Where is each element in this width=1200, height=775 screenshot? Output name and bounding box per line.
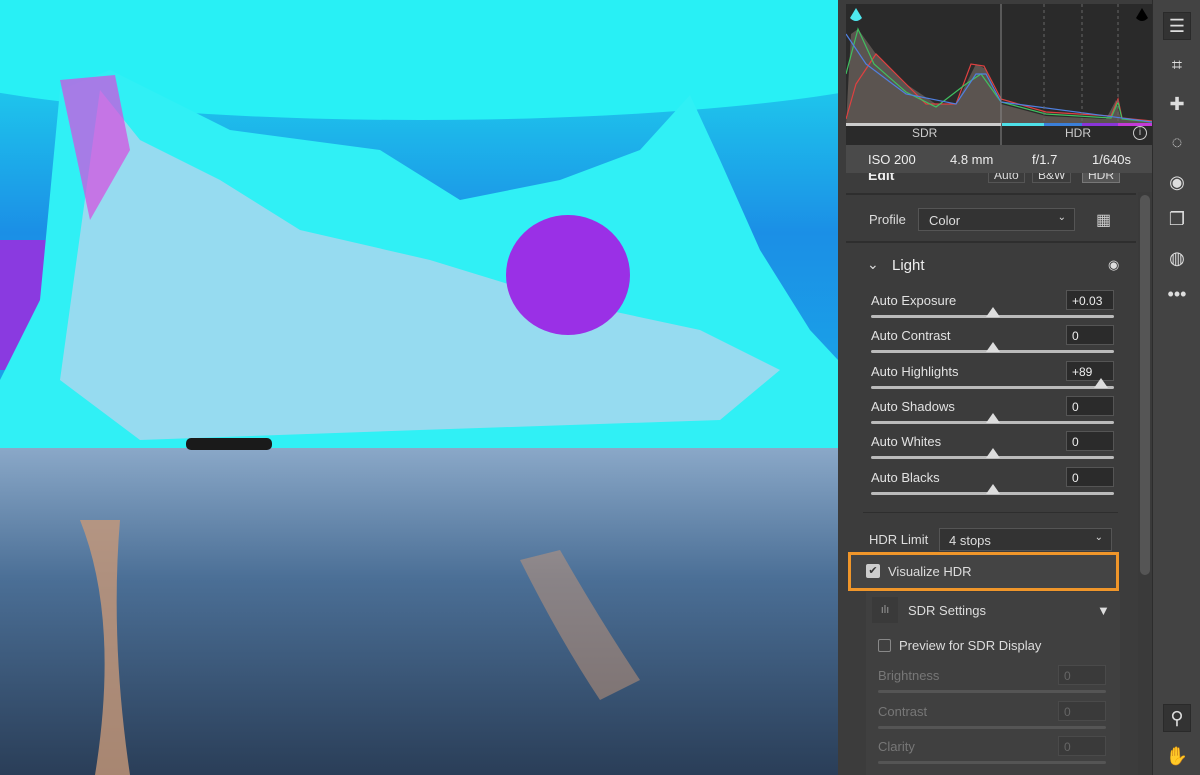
slider-value-input[interactable]: 0 [1066, 395, 1114, 416]
slider-label: Auto Whites [871, 434, 942, 450]
slider-label: Auto Blacks [871, 469, 940, 485]
visualize-hdr-label[interactable]: Visualize HDR [888, 564, 972, 579]
crop-icon[interactable]: ⌗ [1163, 51, 1191, 79]
bw-button[interactable]: B&W [1032, 173, 1072, 183]
eye-icon[interactable]: ◉ [1108, 257, 1119, 273]
profile-browser-icon[interactable]: ▦ [1096, 210, 1111, 230]
hdr-label: HDR [1065, 126, 1091, 140]
slider-label: Auto Shadows [871, 398, 955, 414]
mask-icon[interactable]: ◌ [1163, 128, 1191, 156]
profile-value: Color [929, 213, 961, 228]
hdr-button[interactable]: HDR [1082, 173, 1120, 183]
hdr-limit-select[interactable]: 4 stops ⌄ [939, 528, 1112, 551]
histogram: SDR HDR i [845, 4, 1153, 145]
photo-image [0, 0, 838, 775]
hand-icon[interactable]: ✋ [1163, 742, 1191, 770]
slider-track [878, 690, 1106, 693]
preview-sdr-checkbox[interactable] [878, 639, 891, 652]
sdr-histogram-icon: ılı [872, 597, 898, 623]
slider-thumb[interactable] [985, 483, 1000, 494]
histogram-area [846, 29, 1152, 124]
slider-value-input[interactable]: 0 [1066, 466, 1114, 487]
slider-value-input: 0 [1058, 665, 1106, 685]
slider-thumb[interactable] [985, 448, 1000, 459]
hdr-limit-value: 4 stops [949, 533, 991, 548]
iso: ISO 200 [868, 152, 916, 167]
presets-icon[interactable]: ◍ [1163, 244, 1191, 272]
slider-value-input: 0 [1058, 700, 1106, 721]
light-title[interactable]: Light [892, 257, 925, 274]
sdr-label: SDR [912, 126, 938, 140]
slider-track [878, 761, 1106, 764]
edit-icon[interactable]: ☰ [1163, 12, 1191, 40]
preview-sdr-label[interactable]: Preview for SDR Display [899, 638, 1041, 653]
shadow-clipping-icon[interactable] [850, 8, 862, 21]
profile-select[interactable]: Color ⌄ [918, 208, 1075, 231]
slider-thumb[interactable] [985, 342, 1000, 353]
slider-label: Auto Contrast [871, 328, 951, 344]
hdr-limit-label: HDR Limit [869, 532, 929, 547]
healing-icon[interactable]: ✚ [1163, 90, 1191, 118]
slider-thumb[interactable] [1093, 377, 1108, 388]
sdr-settings-title: SDR Settings [908, 603, 987, 618]
tool-strip: ☰ ⌗ ✚ ◌ ◉ ❐ ◍ ••• ⚲ ✋ [1152, 0, 1200, 775]
chevron-down-icon: ⌄ [1057, 212, 1066, 223]
edit-title: Edit [868, 173, 895, 183]
zoom-icon[interactable]: ⚲ [1163, 704, 1191, 732]
slider-label: Clarity [878, 739, 915, 754]
slider-value-input: 0 [1058, 736, 1106, 756]
collapse-chevron-icon[interactable]: ⌄ [867, 256, 879, 273]
slider-value-input[interactable]: 0 [1066, 325, 1114, 346]
slider-track [878, 725, 1106, 729]
shutter-speed: 1/640s [1092, 152, 1132, 167]
slider-thumb[interactable] [985, 307, 1000, 317]
auto-button[interactable]: Auto [988, 173, 1025, 183]
slider-value-input[interactable]: +0.03 [1066, 290, 1114, 310]
visualize-hdr-checkbox[interactable]: ✔ [866, 564, 880, 578]
chevron-down-icon: ⌄ [1094, 532, 1103, 543]
highlight-clipping-icon[interactable] [1136, 8, 1148, 21]
aperture: f/1.7 [1032, 152, 1058, 167]
slider-label: Contrast [878, 703, 928, 719]
snapshots-icon[interactable]: ❐ [1163, 205, 1191, 233]
scrollbar-track[interactable] [1138, 192, 1152, 775]
more-icon[interactable]: ••• [1163, 280, 1191, 308]
scrollbar-thumb[interactable] [1140, 195, 1150, 575]
slider-track[interactable] [871, 385, 1114, 389]
slider-label: Brightness [878, 668, 940, 683]
info-icon[interactable]: i [1133, 126, 1147, 140]
red-eye-icon[interactable]: ◉ [1163, 168, 1191, 196]
triangle-down-icon[interactable]: ▼ [1097, 603, 1110, 618]
slider-thumb[interactable] [985, 412, 1000, 423]
profile-label: Profile [869, 212, 906, 227]
slider-value-input[interactable]: 0 [1066, 431, 1114, 452]
exif-bar: ISO 200 4.8 mm f/1.7 1/640s [846, 145, 1152, 173]
slider-label: Auto Exposure [871, 293, 957, 308]
focal-length: 4.8 mm [950, 152, 994, 167]
slider-label: Auto Highlights [871, 363, 959, 379]
photo-canvas[interactable] [0, 0, 838, 775]
